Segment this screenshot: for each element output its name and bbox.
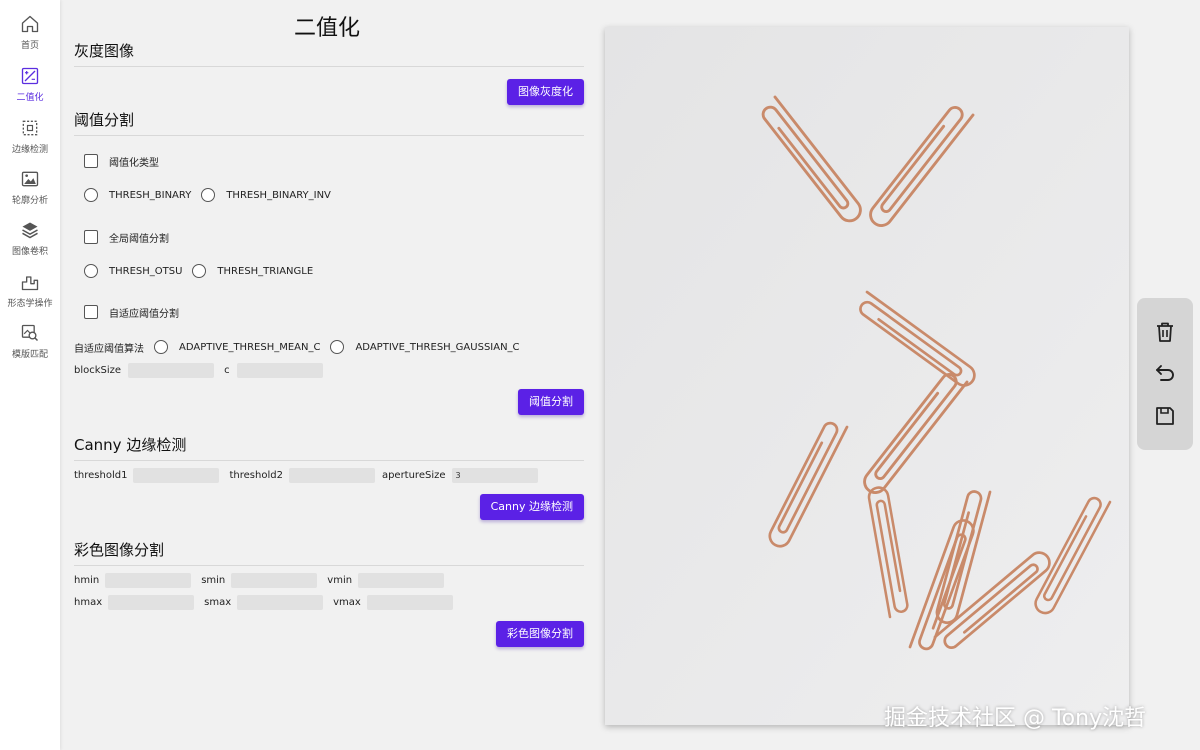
thresh-binary-inv-label: THRESH_BINARY_INV	[226, 189, 331, 201]
edge-detect-icon	[22, 120, 38, 136]
global-threshold-options: THRESH_OTSU THRESH_TRIANGLE	[74, 262, 313, 280]
vmin-input[interactable]	[358, 572, 445, 588]
c-label: c	[224, 364, 230, 376]
divider	[74, 460, 584, 461]
c-input[interactable]	[236, 362, 323, 378]
sidebar-item-binarize[interactable]: 二值化	[0, 66, 60, 114]
threshold-section-title: 阈值分割	[74, 111, 135, 129]
sidebar: 首页 二值化 边缘检测 轮廓分析 图像卷积 形态学操作 模版匹配	[0, 0, 60, 750]
block-size-label: blockSize	[74, 364, 122, 376]
morphology-icon	[21, 276, 39, 291]
sidebar-item-label: 形态学操作	[7, 299, 53, 309]
adaptive-algo-label: 自适应阈值算法	[74, 343, 144, 355]
threshold1-label: threshold1	[74, 469, 128, 481]
sidebar-item-label: 二值化	[16, 93, 44, 103]
divider	[74, 565, 584, 566]
contour-icon	[21, 171, 39, 187]
canny-section-title: Canny 边缘检测	[74, 436, 187, 454]
adaptive-gaussian-c-radio[interactable]	[330, 340, 345, 354]
threshold-button[interactable]: 阈值分割	[518, 389, 584, 415]
divider	[74, 66, 584, 67]
aperture-size-input[interactable]	[451, 467, 538, 483]
layers-icon	[22, 222, 38, 239]
adaptive-algo-row: 自适应阈值算法 ADAPTIVE_THRESH_MEAN_C ADAPTIVE_…	[74, 338, 520, 356]
sidebar-item-label: 首页	[20, 41, 39, 51]
canny-params-row: threshold1 threshold2 apertureSize	[74, 466, 548, 484]
undo-icon	[1156, 365, 1174, 381]
thresh-binary-label: THRESH_BINARY	[109, 189, 192, 201]
threshold1-input[interactable]	[133, 467, 220, 483]
hmin-input[interactable]	[105, 572, 192, 588]
sidebar-item-morphology[interactable]: 形态学操作	[0, 272, 60, 320]
toolbox	[1137, 298, 1193, 450]
sidebar-item-label: 模版匹配	[11, 350, 48, 360]
vmax-label: vmax	[333, 596, 361, 608]
global-threshold-label: 全局阈值分割	[109, 233, 169, 245]
block-size-input[interactable]	[128, 362, 215, 378]
global-threshold-checkbox[interactable]	[84, 230, 98, 244]
vmax-input[interactable]	[366, 594, 453, 610]
sidebar-item-edge-detect[interactable]: 边缘检测	[0, 118, 60, 166]
smax-label: smax	[204, 596, 232, 608]
control-panel: 二值化 灰度图像 图像灰度化 阈值分割 阈值化类型 THRESH_BINARY …	[74, 0, 584, 750]
sidebar-item-label: 图像卷积	[11, 247, 48, 257]
thresh-binary-inv-radio[interactable]	[201, 188, 216, 202]
adaptive-threshold-row: 自适应阈值分割	[74, 303, 179, 321]
delete-button[interactable]	[1153, 320, 1177, 344]
grayscale-button[interactable]: 图像灰度化	[507, 79, 584, 105]
hmin-label: hmin	[74, 574, 100, 586]
color-seg-section-title: 彩色图像分割	[74, 541, 165, 559]
smin-label: smin	[201, 574, 226, 586]
threshold2-input[interactable]	[288, 467, 375, 483]
vmin-label: vmin	[327, 574, 353, 586]
template-match-icon	[21, 324, 39, 342]
undo-button[interactable]	[1153, 362, 1177, 386]
paperclips-image	[605, 27, 1129, 725]
page-title: 二值化	[294, 16, 361, 41]
sidebar-item-contour[interactable]: 轮廓分析	[0, 169, 60, 217]
home-icon	[21, 15, 39, 33]
save-icon	[1156, 407, 1174, 425]
adaptive-params-row: blockSize c	[74, 361, 333, 379]
thresh-binary-radio[interactable]	[84, 188, 98, 202]
threshold-type-checkbox[interactable]	[84, 154, 98, 168]
adaptive-mean-c-radio[interactable]	[154, 340, 168, 354]
sidebar-item-label: 轮廓分析	[11, 196, 48, 206]
thresh-otsu-label: THRESH_OTSU	[109, 265, 183, 277]
color-min-row: hmin smin vmin	[74, 571, 454, 589]
trash-icon	[1157, 322, 1173, 342]
hmax-label: hmax	[74, 596, 103, 608]
binarize-icon	[21, 67, 39, 85]
adaptive-mean-c-label: ADAPTIVE_THRESH_MEAN_C	[179, 341, 321, 353]
thresh-triangle-label: THRESH_TRIANGLE	[217, 265, 314, 277]
color-max-row: hmax smax vmax	[74, 593, 463, 611]
sidebar-item-template-match[interactable]: 模版匹配	[0, 323, 60, 371]
aperture-size-label: apertureSize	[381, 469, 446, 481]
grayscale-section-title: 灰度图像	[74, 42, 135, 60]
threshold-type-label: 阈值化类型	[109, 157, 159, 169]
sidebar-item-convolution[interactable]: 图像卷积	[0, 220, 60, 268]
smax-input[interactable]	[237, 594, 324, 610]
sidebar-item-label: 边缘检测	[11, 145, 48, 155]
adaptive-threshold-label: 自适应阈值分割	[109, 308, 179, 320]
thresh-triangle-radio[interactable]	[192, 264, 207, 278]
save-button[interactable]	[1153, 404, 1177, 428]
watermark: 掘金技术社区 @ Tony沈哲	[884, 706, 1147, 731]
hmax-input[interactable]	[108, 594, 195, 610]
canny-button[interactable]: Canny 边缘检测	[479, 494, 584, 520]
image-preview	[605, 27, 1129, 725]
threshold-type-row: 阈值化类型	[74, 152, 159, 170]
adaptive-gaussian-c-label: ADAPTIVE_THRESH_GAUSSIAN_C	[355, 341, 520, 353]
threshold-type-options: THRESH_BINARY THRESH_BINARY_INV	[74, 186, 331, 204]
divider	[74, 135, 584, 136]
sidebar-item-home[interactable]: 首页	[0, 14, 60, 62]
global-threshold-row: 全局阈值分割	[74, 228, 169, 246]
color-seg-button[interactable]: 彩色图像分割	[496, 621, 584, 647]
smin-input[interactable]	[231, 572, 318, 588]
threshold2-label: threshold2	[229, 469, 283, 481]
thresh-otsu-radio[interactable]	[84, 264, 98, 278]
adaptive-threshold-checkbox[interactable]	[84, 305, 98, 319]
